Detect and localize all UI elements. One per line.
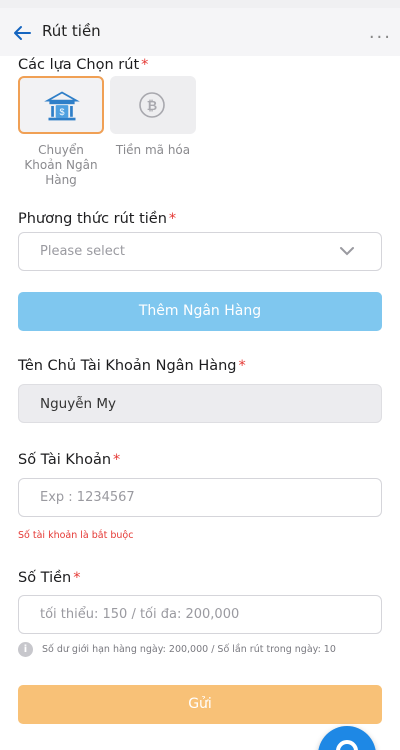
- account-number-label: Số Tài Khoản *: [18, 452, 120, 468]
- account-holder-value: Nguyễn My: [40, 396, 117, 412]
- page-title: Rút tiền: [42, 22, 101, 40]
- account-number-input[interactable]: Exp : 1234567: [18, 478, 382, 517]
- chevron-down-icon: [340, 247, 354, 256]
- info-icon: i: [18, 642, 33, 657]
- method-label: Phương thức rút tiền *: [18, 211, 176, 227]
- more-menu-icon[interactable]: ...: [369, 24, 392, 42]
- amount-info-text: Số dư giới hạn hàng ngày: 200,000 / Số l…: [42, 644, 336, 655]
- amount-placeholder: tối thiểu: 150 / tối đa: 200,000: [40, 607, 240, 622]
- options-label: Các lựa Chọn rút *: [18, 57, 148, 73]
- bank-icon: $: [44, 91, 80, 121]
- option-crypto-caption: Tiền mã hóa: [115, 143, 191, 157]
- required-mark: *: [141, 57, 149, 73]
- back-arrow-icon[interactable]: [10, 21, 34, 45]
- amount-input[interactable]: tối thiểu: 150 / tối đa: 200,000: [18, 595, 382, 634]
- svg-text:₿: ₿: [147, 98, 157, 113]
- account-number-label-text: Số Tài Khoản: [18, 452, 112, 468]
- account-holder-label: Tên Chủ Tài Khoản Ngân Hàng *: [18, 358, 246, 374]
- add-bank-button[interactable]: Thêm Ngân Hàng: [18, 292, 382, 331]
- account-holder-label-text: Tên Chủ Tài Khoản Ngân Hàng: [18, 358, 237, 374]
- required-mark: *: [113, 452, 121, 468]
- amount-label: Số Tiền *: [18, 570, 81, 586]
- method-select[interactable]: Please select: [18, 232, 382, 271]
- method-select-placeholder: Please select: [40, 244, 125, 259]
- required-mark: *: [238, 358, 246, 374]
- options-label-text: Các lựa Chọn rút: [18, 57, 140, 73]
- account-number-error: Số tài khoản là bắt buộc: [18, 530, 134, 541]
- account-holder-field[interactable]: Nguyễn My: [18, 384, 382, 423]
- chat-icon: [336, 740, 358, 750]
- account-number-placeholder: Exp : 1234567: [40, 490, 135, 505]
- option-bank-transfer-caption: Chuyển Khoản Ngân Hàng: [24, 143, 98, 187]
- bitcoin-icon: ₿: [139, 92, 165, 118]
- required-mark: *: [168, 211, 177, 227]
- chat-fab-button[interactable]: [318, 726, 376, 750]
- required-mark: *: [73, 570, 81, 586]
- option-crypto[interactable]: ₿: [110, 76, 196, 134]
- amount-label-text: Số Tiền: [18, 570, 72, 586]
- method-label-text: Phương thức rút tiền: [18, 211, 167, 227]
- option-bank-transfer[interactable]: $: [18, 76, 104, 134]
- top-bar: Rút tiền ...: [0, 0, 400, 56]
- submit-button[interactable]: Gửi: [18, 685, 382, 724]
- svg-text:$: $: [59, 107, 64, 117]
